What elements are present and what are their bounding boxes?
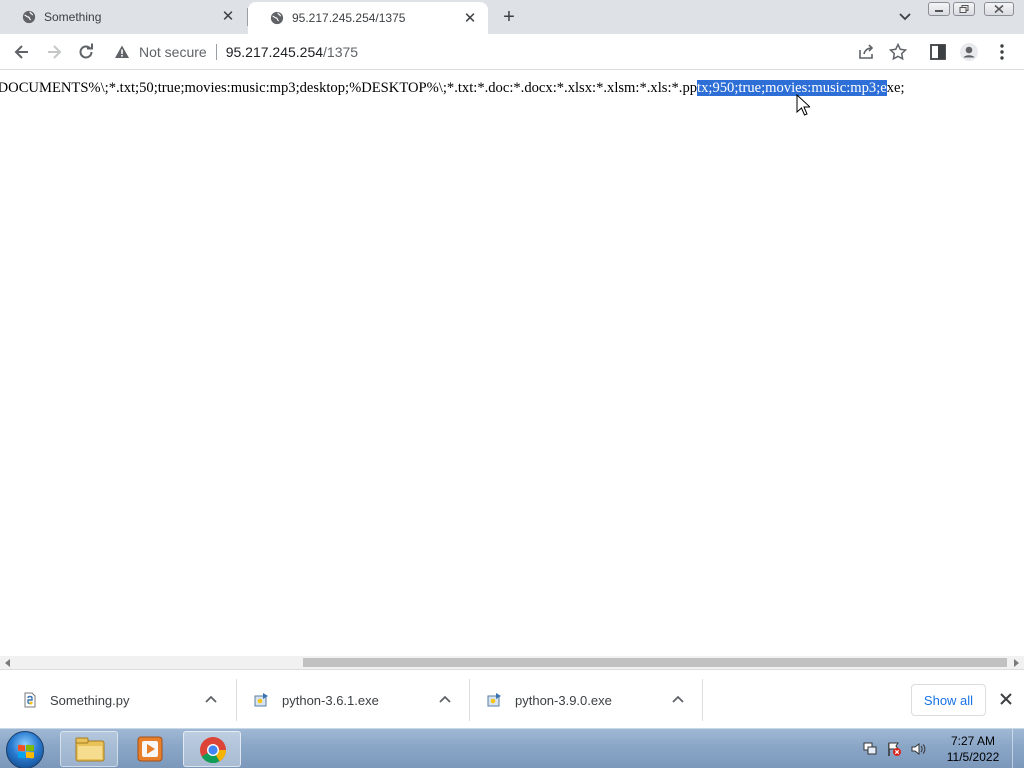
chrome-icon (200, 737, 227, 764)
scroll-left-arrow-icon[interactable] (4, 659, 12, 667)
horizontal-scrollbar[interactable] (0, 656, 1024, 669)
tab-search-chevron-icon[interactable] (896, 8, 914, 26)
page-content: ult;%DOCUMENTS%\;*.txt;50;true;movies:mu… (0, 71, 1024, 656)
folder-icon (75, 737, 105, 762)
tab-title: 95.217.245.254/1375 (292, 11, 406, 25)
taskbar-chrome[interactable] (183, 731, 241, 767)
clock-date: 11/5/2022 (946, 750, 1000, 764)
tab-title: Something (44, 10, 102, 24)
omnibox-divider (215, 44, 217, 60)
show-all-button[interactable]: Show all (911, 684, 986, 716)
chevron-up-icon[interactable] (438, 693, 452, 707)
tab-strip: Something ✕ 95.217.245.254/1375 ✕ + (0, 0, 1024, 34)
action-center-flag-icon[interactable] (886, 741, 902, 757)
globe-icon (270, 11, 284, 25)
download-filename: python-3.6.1.exe (282, 692, 379, 708)
download-filename: Something.py (50, 692, 130, 708)
globe-icon (22, 10, 36, 24)
download-divider (236, 679, 237, 721)
window-close-button[interactable] (984, 2, 1014, 16)
show-desktop-button[interactable] (1012, 729, 1024, 768)
restore-button[interactable] (953, 2, 975, 16)
download-item-python-361[interactable]: python-3.6.1.exe (254, 680, 464, 720)
reload-icon[interactable] (76, 42, 96, 62)
share-icon[interactable] (856, 42, 876, 62)
python-file-icon (24, 692, 36, 708)
taskbar-media-player[interactable] (121, 731, 179, 767)
address-bar[interactable]: Not secure 95.217.245.254/1375 (108, 37, 918, 67)
system-tray (862, 737, 934, 761)
windows-taskbar: 7:27 AM 11/5/2022 (0, 728, 1024, 768)
url-host: 95.217.245.254 (225, 44, 324, 60)
security-status[interactable]: Not secure (139, 44, 207, 60)
taskbar-clock[interactable]: 7:27 AM 11/5/2022 (944, 733, 1002, 765)
installer-file-icon (487, 693, 501, 707)
scroll-right-arrow-icon[interactable] (1012, 659, 1020, 667)
download-divider (702, 679, 703, 721)
volume-icon[interactable] (910, 741, 926, 757)
chevron-up-icon[interactable] (671, 693, 685, 707)
text-unselected-tail: xe; (886, 80, 905, 96)
tab-something[interactable]: Something ✕ (0, 0, 246, 34)
warning-triangle-icon[interactable] (114, 44, 130, 60)
profile-avatar-icon[interactable] (959, 42, 979, 62)
tab-active-url[interactable]: 95.217.245.254/1375 ✕ (248, 2, 488, 34)
chevron-up-icon[interactable] (204, 693, 218, 707)
download-item-python-390[interactable]: python-3.9.0.exe (487, 680, 697, 720)
new-tab-button[interactable]: + (498, 6, 520, 28)
media-player-icon (137, 736, 163, 762)
text-unselected: ult;%DOCUMENTS%\;*.txt;50;true;movies:mu… (0, 80, 698, 96)
bookmark-star-icon[interactable] (888, 42, 908, 62)
download-divider (469, 679, 470, 721)
browser-toolbar: Not secure 95.217.245.254/1375 (0, 34, 1024, 70)
back-arrow-icon[interactable] (12, 42, 32, 62)
scrollbar-thumb[interactable] (303, 658, 1007, 667)
installer-file-icon (254, 693, 268, 707)
text-selection: tx;950;true;movies:music:mp3;e (697, 80, 887, 96)
raw-config-text: ult;%DOCUMENTS%\;*.txt;50;true;movies:mu… (0, 80, 905, 97)
mouse-pointer-icon (796, 94, 810, 116)
forward-arrow-icon[interactable] (44, 42, 64, 62)
close-tab-icon[interactable]: ✕ (220, 9, 236, 25)
start-button[interactable] (6, 731, 44, 768)
kebab-menu-icon[interactable] (992, 42, 1012, 62)
close-icon[interactable] (998, 691, 1014, 707)
clock-time: 7:27 AM (950, 734, 996, 748)
minimize-button[interactable] (928, 2, 950, 16)
taskbar-file-explorer[interactable] (60, 731, 118, 767)
download-item-something-py[interactable]: Something.py (22, 680, 232, 720)
download-filename: python-3.9.0.exe (515, 692, 612, 708)
url-path: /1375 (323, 44, 359, 60)
side-panel-icon[interactable] (928, 42, 948, 62)
close-tab-icon[interactable]: ✕ (462, 11, 478, 27)
download-shelf: Something.py python-3.6.1.exe python-3.9… (0, 669, 1024, 728)
network-icon[interactable] (862, 741, 878, 757)
windows-logo-icon (18, 744, 34, 759)
